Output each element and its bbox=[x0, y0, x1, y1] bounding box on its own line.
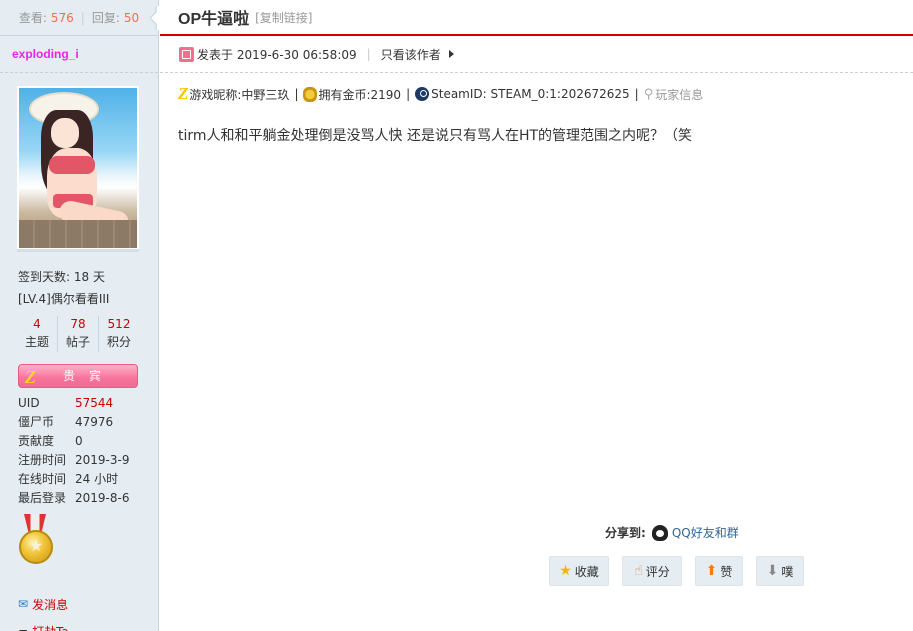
like-label: 赞 bbox=[720, 564, 733, 579]
favorite-label: 收藏 bbox=[574, 564, 599, 579]
avatar-frame bbox=[17, 86, 139, 252]
rate-button[interactable]: ☝ 评分 bbox=[622, 556, 682, 586]
share-qq-link[interactable]: QQ好友和群 bbox=[672, 524, 739, 541]
favorite-button[interactable]: ★ 收藏 bbox=[549, 556, 609, 586]
only-author-link[interactable]: 只看该作者 bbox=[381, 46, 441, 63]
count-points[interactable]: 512 积分 bbox=[99, 316, 139, 352]
detail-key: 僵尸币 bbox=[18, 415, 55, 429]
author-sidebar: 查看: 576 | 回复: 50 exploding_i 签到天数: 18 天 … bbox=[0, 0, 159, 631]
envelope-icon: ✉ bbox=[18, 597, 29, 611]
post-actions: ★ 收藏 ☝ 评分 ⬆ 赞 ⬇ 噗 bbox=[549, 556, 804, 586]
count-points-value: 512 bbox=[107, 317, 131, 331]
thread-title-bar: OP牛逼啦 [复制链接] bbox=[160, 0, 913, 36]
detail-key: 最后登录 bbox=[18, 491, 67, 505]
avatar-deck bbox=[19, 220, 137, 248]
post-main: OP牛逼啦 [复制链接] 发表于 2019-6-30 06:58:09 | 只看… bbox=[160, 0, 913, 631]
share-label: 分享到: bbox=[605, 526, 646, 540]
author-name-link[interactable]: exploding_i bbox=[12, 47, 79, 61]
detail-value: 2019-3-9 bbox=[75, 453, 130, 467]
detail-key: 贡献度 bbox=[18, 434, 55, 448]
detail-zombie-coins: 僵尸币 47976 bbox=[0, 413, 158, 432]
checkin-days: 签到天数: 18 天 bbox=[18, 270, 105, 284]
gun-icon: ⌐ bbox=[18, 624, 29, 631]
detail-value: 2019-8-6 bbox=[75, 491, 130, 505]
game-nickname: 游戏昵称:中野三玖 bbox=[189, 87, 290, 102]
thread-title: OP牛逼啦 bbox=[178, 11, 250, 28]
coin-count: 拥有金币:2190 bbox=[318, 87, 402, 102]
replies-count: 50 bbox=[123, 10, 140, 25]
magnifier-icon: ⚲ bbox=[643, 86, 654, 102]
posted-at: 发表于 2019-6-30 06:58:09 bbox=[197, 47, 357, 62]
vip-badge-label: 贵宾 bbox=[62, 369, 115, 383]
author-row: exploding_i bbox=[0, 36, 158, 73]
info-divider: | bbox=[406, 87, 411, 101]
views-label: 查看: bbox=[18, 11, 47, 25]
count-posts-label: 帖子 bbox=[65, 335, 90, 349]
meta-divider: | bbox=[366, 47, 371, 61]
count-points-label: 积分 bbox=[106, 335, 131, 349]
thread-stats: 查看: 576 | 回复: 50 bbox=[0, 0, 158, 36]
steam-id: SteamID: STEAM_0:1:202672625 bbox=[431, 87, 630, 101]
online-status-icon bbox=[179, 46, 194, 62]
medal-icon[interactable] bbox=[18, 514, 54, 570]
caret-right-icon bbox=[448, 50, 454, 58]
stats-divider: | bbox=[80, 10, 85, 25]
detail-key: 在线时间 bbox=[18, 472, 67, 486]
author-counts: 4 主题 78 帖子 512 积分 bbox=[17, 316, 139, 352]
avatar-face bbox=[51, 118, 79, 148]
replies-label: 回复: bbox=[91, 11, 120, 25]
detail-value[interactable]: 57544 bbox=[75, 394, 113, 413]
coins-icon bbox=[303, 86, 318, 102]
qq-icon bbox=[651, 524, 668, 541]
medal-star-icon bbox=[19, 530, 53, 564]
count-topics-label: 主题 bbox=[24, 335, 49, 349]
rate-label: 评分 bbox=[645, 564, 670, 579]
player-info-link[interactable]: 玩家信息 bbox=[655, 86, 703, 103]
count-topics[interactable]: 4 主题 bbox=[17, 316, 58, 352]
z-icon: Z bbox=[178, 84, 189, 103]
star-icon: ★ bbox=[559, 563, 572, 579]
share-row: 分享到: QQ好友和群 bbox=[605, 524, 739, 541]
copy-link-button[interactable]: [复制链接] bbox=[255, 9, 312, 26]
send-message-link[interactable]: ✉ 发消息 bbox=[0, 594, 158, 614]
detail-last-login: 最后登录 2019-8-6 bbox=[0, 489, 158, 508]
views-count: 576 bbox=[50, 10, 74, 25]
count-topics-value: 4 bbox=[33, 317, 41, 331]
vip-z-icon: Z bbox=[25, 367, 36, 387]
detail-online-time: 在线时间 24 小时 bbox=[0, 470, 158, 489]
post-meta: 发表于 2019-6-30 06:58:09 | 只看该作者 bbox=[160, 36, 913, 73]
detail-value: 47976 bbox=[75, 415, 114, 429]
count-posts-value: 78 bbox=[70, 317, 86, 331]
rob-link[interactable]: ⌐ 打劫Ta bbox=[0, 621, 158, 631]
detail-value: 24 小时 bbox=[75, 472, 119, 486]
steam-icon bbox=[415, 87, 430, 101]
count-posts[interactable]: 78 帖子 bbox=[58, 316, 99, 352]
info-divider: | bbox=[634, 87, 639, 101]
arrow-down-icon: ⬇ bbox=[766, 563, 779, 579]
detail-value: 0 bbox=[75, 434, 83, 448]
dislike-button[interactable]: ⬇ 噗 bbox=[756, 556, 804, 586]
post-content: tirm人和和平躺金处理倒是没骂人快 还是说只有骂人在HT的管理范围之内呢？（笑 bbox=[178, 128, 693, 144]
avatar[interactable] bbox=[19, 88, 137, 248]
detail-register-date: 注册时间 2019-3-9 bbox=[0, 451, 158, 470]
rob-label: 打劫Ta bbox=[32, 623, 69, 631]
detail-key: 注册时间 bbox=[18, 453, 67, 467]
author-details: UID 57544 僵尸币 47976 贡献度 0 注册时间 2019-3-9 … bbox=[0, 394, 158, 508]
avatar-swimsuit-top bbox=[49, 156, 95, 174]
detail-uid: UID 57544 bbox=[0, 394, 158, 413]
user-level[interactable]: [LV.4]偶尔看看III bbox=[0, 288, 158, 310]
thumb-icon: ☝ bbox=[634, 563, 643, 579]
like-button[interactable]: ⬆ 赞 bbox=[695, 556, 743, 586]
detail-contribution: 贡献度 0 bbox=[0, 432, 158, 451]
vip-badge: Z 贵宾 bbox=[18, 364, 138, 388]
send-message-label: 发消息 bbox=[32, 597, 69, 612]
detail-key: UID bbox=[18, 396, 40, 410]
player-info-row: Z 游戏昵称:中野三玖 | 拥有金币:2190 | SteamID: STEAM… bbox=[160, 73, 913, 115]
arrow-up-icon: ⬆ bbox=[705, 563, 718, 579]
dislike-label: 噗 bbox=[781, 564, 794, 579]
info-divider: | bbox=[294, 87, 299, 101]
